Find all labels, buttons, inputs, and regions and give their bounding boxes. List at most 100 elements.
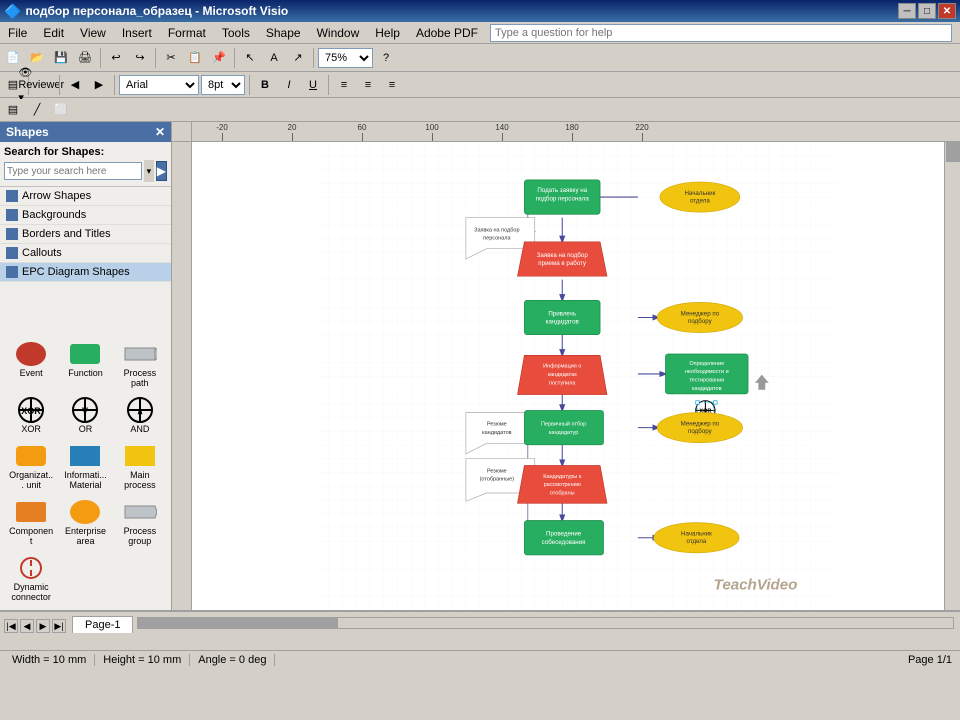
shape-xor[interactable]: XOR XOR — [6, 394, 56, 436]
menu-shape[interactable]: Shape — [258, 24, 309, 42]
copy-button[interactable]: 📋 — [184, 47, 206, 69]
menu-insert[interactable]: Insert — [114, 24, 160, 42]
ruler-label-100: 100 — [425, 123, 438, 132]
shape-main-process[interactable]: Main process — [115, 440, 165, 492]
status-angle: Angle = 0 deg — [190, 654, 275, 666]
cut-button[interactable]: ✂ — [160, 47, 182, 69]
menu-file[interactable]: File — [0, 24, 35, 42]
connect-button[interactable]: ↗ — [287, 47, 309, 69]
shape-event[interactable]: Event — [6, 338, 56, 390]
ruler-label-180: 180 — [565, 123, 578, 132]
canvas-content[interactable]: Подать заявку на подбор персонала Началь… — [192, 142, 960, 610]
shape-enterprise-area[interactable]: Enterprise area — [60, 496, 110, 548]
close-button[interactable]: ✕ — [938, 3, 956, 19]
menu-window[interactable]: Window — [309, 24, 368, 42]
ruler-tick — [292, 133, 293, 141]
title-bar-controls[interactable]: ─ □ ✕ — [898, 3, 956, 19]
svg-text:Информация о: Информация о — [543, 364, 581, 370]
help-search-input[interactable] — [490, 24, 952, 42]
svg-text:Менеджер по: Менеджер по — [681, 421, 720, 428]
font-family-select[interactable]: Arial — [119, 75, 199, 95]
shape-function[interactable]: Function — [60, 338, 110, 390]
minimize-button[interactable]: ─ — [898, 3, 916, 19]
italic-button[interactable]: I — [278, 74, 300, 96]
shape-process-path[interactable]: Process path — [115, 338, 165, 390]
svg-text:отдела: отдела — [690, 198, 710, 205]
shape-and[interactable]: ∧ AND — [115, 394, 165, 436]
category-icon-epc — [6, 266, 18, 278]
category-label: Arrow Shapes — [22, 190, 91, 202]
category-backgrounds[interactable]: Backgrounds — [0, 206, 171, 225]
maximize-button[interactable]: □ — [918, 3, 936, 19]
page-next-btn[interactable]: ▶ — [36, 619, 50, 633]
svg-text:кандидатов: кандидатов — [546, 319, 580, 326]
reviewer-button[interactable]: 👁 Reviewers ▾ — [33, 74, 55, 96]
category-arrow-shapes[interactable]: Arrow Shapes — [0, 187, 171, 206]
menu-tools[interactable]: Tools — [214, 24, 258, 42]
paste-button[interactable]: 📌 — [208, 47, 230, 69]
svg-text:Начальник: Начальник — [684, 190, 715, 197]
nav-right[interactable]: ▶ — [88, 74, 110, 96]
search-dropdown-icon[interactable]: ▾ — [144, 160, 154, 182]
svg-text:подбор персонала: подбор персонала — [536, 196, 590, 203]
title-bar-left: 🔷 подбор персонала_образец - Microsoft V… — [4, 3, 288, 20]
or-visual: V — [67, 396, 103, 424]
menu-help[interactable]: Help — [367, 24, 408, 42]
svg-text:кандидатов: кандидатов — [692, 386, 722, 392]
shape-dynamic-connector[interactable]: Dynamic connector — [6, 552, 56, 604]
connect-line-btn[interactable]: ╱ — [26, 99, 48, 121]
separator-2 — [155, 48, 156, 68]
page-nav[interactable]: |◀ ◀ ▶ ▶| — [4, 619, 66, 633]
shape-info-material[interactable]: Informati... Material — [60, 440, 110, 492]
horizontal-scrollbar[interactable] — [137, 617, 954, 629]
underline-button[interactable]: U — [302, 74, 324, 96]
font-size-select[interactable]: 8pt — [201, 75, 245, 95]
search-go-button[interactable]: ▶ — [156, 161, 167, 181]
svg-text:тестировании: тестировании — [689, 378, 724, 384]
redo-button[interactable]: ↪ — [129, 47, 151, 69]
page-tab-1[interactable]: Page-1 — [72, 616, 133, 633]
svg-text:Резюме: Резюме — [487, 468, 507, 474]
shape-component[interactable]: Component — [6, 496, 56, 548]
page-first-btn[interactable]: |◀ — [4, 619, 18, 633]
category-callouts[interactable]: Callouts — [0, 244, 171, 263]
zoom-select[interactable]: 75% 100% 150% — [318, 48, 373, 68]
print-button[interactable]: 🖨 — [74, 47, 96, 69]
ruler-tick — [432, 133, 433, 141]
menu-bar: File Edit View Insert Format Tools Shape… — [0, 22, 960, 44]
process-path-label: Process path — [117, 368, 163, 388]
separator-4 — [313, 48, 314, 68]
pointer-button[interactable]: ↖ — [239, 47, 261, 69]
process-group-label: Process group — [117, 526, 163, 546]
ruler-label-n20: -20 — [216, 123, 228, 132]
shape-ops-btn[interactable]: ⬜ — [50, 99, 72, 121]
page-last-btn[interactable]: ▶| — [52, 619, 66, 633]
search-label: Search for Shapes: — [4, 146, 167, 158]
shape-org-unit[interactable]: Organizat... unit — [6, 440, 56, 492]
sep-f3 — [114, 75, 115, 95]
undo-button[interactable]: ↩ — [105, 47, 127, 69]
shape-process-group[interactable]: Process group — [115, 496, 165, 548]
text-button[interactable]: A — [263, 47, 285, 69]
menu-format[interactable]: Format — [160, 24, 214, 42]
align-center[interactable]: ≡ — [357, 74, 379, 96]
menu-view[interactable]: View — [72, 24, 114, 42]
nav-left[interactable]: ◀ — [64, 74, 86, 96]
ruler-tick — [362, 133, 363, 141]
category-epc[interactable]: EPC Diagram Shapes — [0, 263, 171, 282]
align-left[interactable]: ≡ — [333, 74, 355, 96]
ruler-left — [172, 142, 192, 610]
category-label: EPC Diagram Shapes — [22, 266, 130, 278]
shapes-search-input[interactable] — [4, 162, 142, 180]
shape-or[interactable]: V OR — [60, 394, 110, 436]
align-right[interactable]: ≡ — [381, 74, 403, 96]
stencil-btn[interactable]: ▤ — [2, 99, 24, 121]
category-borders-titles[interactable]: Borders and Titles — [0, 225, 171, 244]
menu-adobe-pdf[interactable]: Adobe PDF — [408, 24, 486, 42]
menu-edit[interactable]: Edit — [35, 24, 72, 42]
vertical-scrollbar[interactable] — [944, 142, 960, 610]
bold-button[interactable]: B — [254, 74, 276, 96]
zoom-help-button[interactable]: ? — [375, 47, 397, 69]
shapes-close-icon[interactable]: ✕ — [155, 125, 165, 139]
page-prev-btn[interactable]: ◀ — [20, 619, 34, 633]
